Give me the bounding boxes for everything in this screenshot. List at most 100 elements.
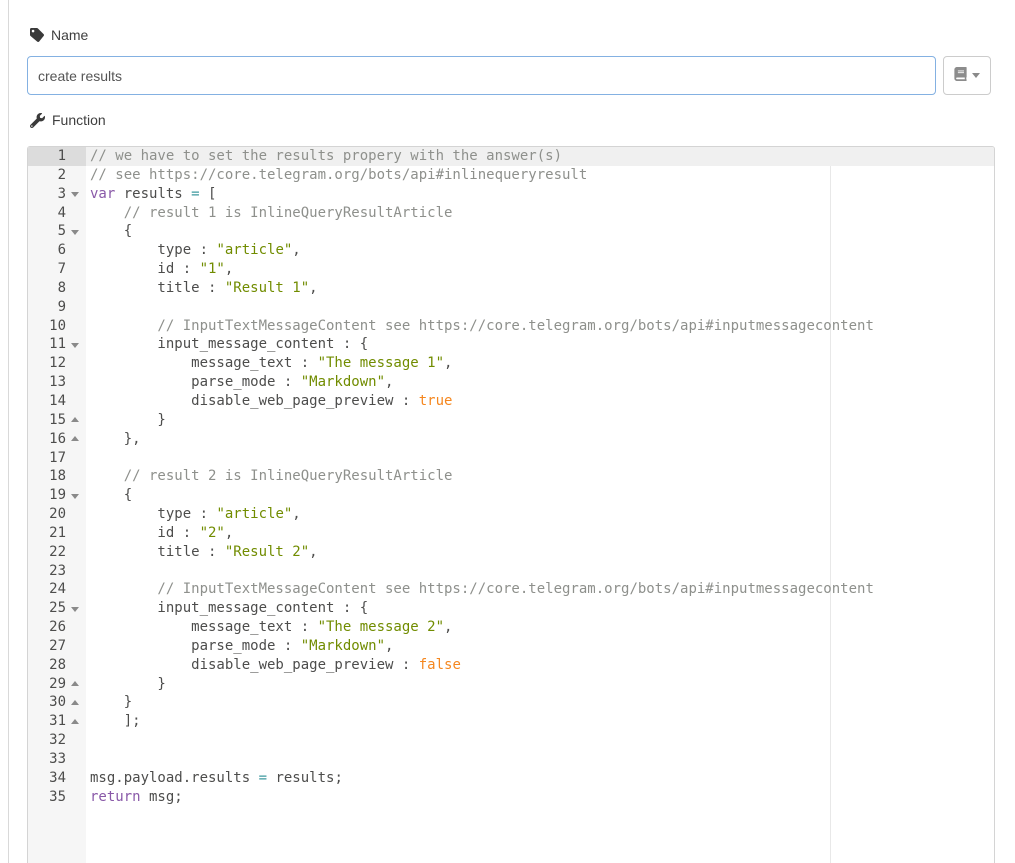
code-text[interactable]: message_text : "The message 2", (86, 618, 452, 637)
code-line[interactable]: 35return msg; (28, 788, 994, 807)
function-label-text: Function (52, 112, 106, 128)
code-text[interactable]: } (86, 693, 132, 712)
code-line[interactable]: 16 }, (28, 430, 994, 449)
code-line[interactable]: 33 (28, 750, 994, 769)
fold-open-icon[interactable] (71, 230, 79, 235)
name-input[interactable] (27, 56, 936, 95)
code-text[interactable]: type : "article", (86, 505, 301, 524)
fold-open-icon[interactable] (71, 607, 79, 612)
code-text[interactable]: } (86, 411, 166, 430)
code-line[interactable]: 13 parse_mode : "Markdown", (28, 373, 994, 392)
code-line[interactable]: 17 (28, 449, 994, 468)
line-number: 11 (28, 335, 86, 354)
code-line[interactable]: 23 (28, 562, 994, 581)
code-line[interactable]: 19 { (28, 486, 994, 505)
code-line[interactable]: 26 message_text : "The message 2", (28, 618, 994, 637)
code-text[interactable]: msg.payload.results = results; (86, 769, 343, 788)
fold-open-icon[interactable] (71, 192, 79, 197)
code-text[interactable]: message_text : "The message 1", (86, 354, 452, 373)
code-text[interactable]: disable_web_page_preview : true (86, 392, 452, 411)
code-text[interactable]: }, (86, 430, 141, 449)
code-text[interactable]: { (86, 486, 132, 505)
code-line[interactable]: 8 title : "Result 1", (28, 279, 994, 298)
line-number: 35 (28, 788, 86, 807)
code-text[interactable]: // we have to set the results propery wi… (86, 147, 562, 166)
code-text[interactable]: title : "Result 1", (86, 279, 318, 298)
code-line[interactable]: 24 // InputTextMessageContent see https:… (28, 580, 994, 599)
code-line[interactable]: 20 type : "article", (28, 505, 994, 524)
code-text[interactable] (86, 750, 90, 769)
code-text[interactable]: id : "1", (86, 260, 233, 279)
code-line[interactable]: 7 id : "1", (28, 260, 994, 279)
fold-close-icon[interactable] (71, 436, 79, 441)
fold-close-icon[interactable] (71, 719, 79, 724)
code-text[interactable]: ]; (86, 712, 141, 731)
code-text[interactable]: parse_mode : "Markdown", (86, 637, 393, 656)
code-line[interactable]: 11 input_message_content : { (28, 335, 994, 354)
code-text[interactable] (86, 449, 90, 468)
code-line[interactable]: 2// see https://core.telegram.org/bots/a… (28, 166, 994, 185)
caret-down-icon (972, 73, 980, 78)
code-line[interactable]: 1// we have to set the results propery w… (28, 147, 994, 166)
line-number: 14 (28, 392, 86, 411)
code-text[interactable]: // see https://core.telegram.org/bots/ap… (86, 166, 587, 185)
code-line[interactable]: 25 input_message_content : { (28, 599, 994, 618)
code-line[interactable]: 3var results = [ (28, 185, 994, 204)
code-text[interactable]: // InputTextMessageContent see https://c… (86, 317, 874, 336)
line-number: 4 (28, 204, 86, 223)
code-text[interactable]: type : "article", (86, 241, 301, 260)
code-text[interactable] (86, 731, 90, 750)
code-text[interactable]: } (86, 675, 166, 694)
line-number: 19 (28, 486, 86, 505)
code-line[interactable]: 14 disable_web_page_preview : true (28, 392, 994, 411)
code-editor[interactable]: 1// we have to set the results propery w… (27, 146, 995, 863)
code-text[interactable]: var results = [ (86, 185, 216, 204)
fold-close-icon[interactable] (71, 700, 79, 705)
code-line[interactable]: 30 } (28, 693, 994, 712)
library-button[interactable] (943, 56, 991, 95)
code-line[interactable]: 32 (28, 731, 994, 750)
code-line[interactable]: 21 id : "2", (28, 524, 994, 543)
code-text[interactable]: id : "2", (86, 524, 233, 543)
fold-close-icon[interactable] (71, 417, 79, 422)
fold-open-icon[interactable] (71, 494, 79, 499)
code-text[interactable]: { (86, 222, 132, 241)
code-text[interactable]: // result 1 is InlineQueryResultArticle (86, 204, 452, 223)
fold-close-icon[interactable] (71, 681, 79, 686)
code-line[interactable]: 31 ]; (28, 712, 994, 731)
code-line[interactable]: 22 title : "Result 2", (28, 543, 994, 562)
line-number: 17 (28, 449, 86, 468)
line-number: 16 (28, 430, 86, 449)
line-number: 2 (28, 166, 86, 185)
code-text[interactable]: return msg; (86, 788, 183, 807)
line-number: 23 (28, 562, 86, 581)
code-line[interactable]: 18 // result 2 is InlineQueryResultArtic… (28, 467, 994, 486)
code-text[interactable]: parse_mode : "Markdown", (86, 373, 393, 392)
code-text[interactable]: input_message_content : { (86, 335, 368, 354)
line-number: 3 (28, 185, 86, 204)
code-text[interactable]: title : "Result 2", (86, 543, 318, 562)
code-text[interactable] (86, 298, 90, 317)
code-line[interactable]: 27 parse_mode : "Markdown", (28, 637, 994, 656)
code-line[interactable]: 10 // InputTextMessageContent see https:… (28, 317, 994, 336)
code-text[interactable]: disable_web_page_preview : false (86, 656, 461, 675)
code-line[interactable]: 9 (28, 298, 994, 317)
line-number: 13 (28, 373, 86, 392)
code-line[interactable]: 4 // result 1 is InlineQueryResultArticl… (28, 204, 994, 223)
code-text[interactable]: input_message_content : { (86, 599, 368, 618)
code-line[interactable]: 28 disable_web_page_preview : false (28, 656, 994, 675)
code-line[interactable]: 29 } (28, 675, 994, 694)
code-line[interactable]: 34msg.payload.results = results; (28, 769, 994, 788)
code-text[interactable]: // result 2 is InlineQueryResultArticle (86, 467, 452, 486)
code-text[interactable]: // InputTextMessageContent see https://c… (86, 580, 874, 599)
code-text[interactable] (86, 562, 90, 581)
book-icon (954, 67, 967, 84)
fold-open-icon[interactable] (71, 343, 79, 348)
line-number: 21 (28, 524, 86, 543)
code-line[interactable]: 12 message_text : "The message 1", (28, 354, 994, 373)
code-line[interactable]: 15 } (28, 411, 994, 430)
editor-rows: 1// we have to set the results propery w… (28, 147, 994, 807)
line-number: 10 (28, 317, 86, 336)
code-line[interactable]: 6 type : "article", (28, 241, 994, 260)
code-line[interactable]: 5 { (28, 222, 994, 241)
